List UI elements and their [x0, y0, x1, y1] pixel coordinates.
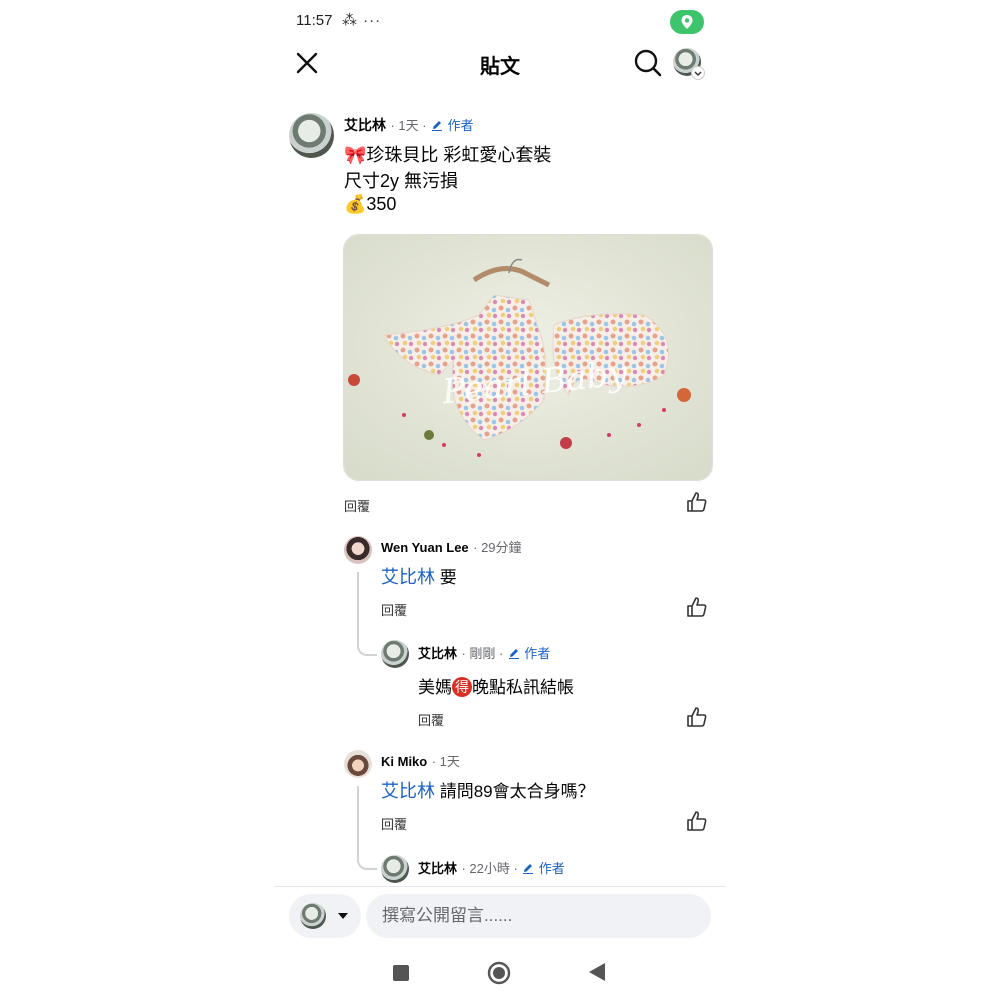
post-line: 💰350: [344, 194, 397, 214]
back-triangle-icon: [589, 963, 605, 981]
comment-header: Wen Yuan Lee · 29分鐘: [381, 537, 522, 557]
reply-author[interactable]: 艾比林: [418, 861, 457, 876]
composer-divider: [275, 886, 725, 887]
reply-avatar[interactable]: [381, 855, 409, 883]
page-title: 貼文: [480, 56, 520, 78]
post-body: 🎀珍珠貝比 彩虹愛心套裝 尺寸2y 無污損 💰350: [344, 142, 551, 217]
pencil-icon: [508, 649, 519, 659]
author-badge: 作者: [524, 646, 551, 661]
comment-text: 要: [435, 568, 457, 587]
post-line: 🎀珍珠貝比 彩虹愛心套裝: [344, 145, 552, 165]
post-like-button[interactable]: [686, 491, 708, 518]
reply-header: 艾比林 · 剛剛 · 作者: [418, 643, 550, 663]
close-icon: [296, 52, 318, 74]
comment-author[interactable]: Wen Yuan Lee: [381, 540, 469, 555]
post-author-avatar[interactable]: [289, 113, 334, 158]
location-pin-icon: [681, 15, 693, 29]
comment-text: 請問89會太合身嗎？: [435, 782, 595, 801]
reply-avatar[interactable]: [381, 640, 409, 668]
mention-link[interactable]: 艾比林: [381, 567, 435, 587]
comment-reply-button[interactable]: 回覆: [381, 814, 407, 833]
avatar: [300, 903, 326, 929]
post-photo[interactable]: Pearl Baby: [343, 234, 713, 481]
back-button[interactable]: [588, 962, 606, 987]
reply-like-button[interactable]: [686, 706, 708, 733]
post-author-name[interactable]: 艾比林: [344, 117, 386, 133]
reply-author[interactable]: 艾比林: [418, 646, 457, 661]
author-badge: 作者: [447, 118, 474, 133]
pencil-icon: [432, 121, 443, 131]
location-indicator: [670, 10, 704, 34]
author-badge: 作者: [538, 861, 565, 876]
thumbs-up-icon: [687, 811, 707, 831]
reply-time: · 22小時 ·: [461, 861, 518, 876]
thread-connector: [357, 786, 377, 870]
search-button[interactable]: [632, 47, 664, 79]
recent-apps-button[interactable]: [392, 964, 410, 987]
square-icon: [393, 965, 409, 981]
thumbs-up-icon: [687, 492, 707, 512]
post-reply-button[interactable]: 回覆: [344, 496, 370, 515]
caret-down-icon: [338, 913, 348, 919]
comment-header: Ki Miko · 1天: [381, 751, 460, 771]
post-header: 艾比林 · 1天 · 作者: [344, 115, 474, 135]
circled-character-badge: 得: [452, 677, 472, 697]
account-switcher[interactable]: [289, 894, 361, 938]
clothing-photo-image: Pearl Baby: [344, 235, 712, 480]
comment-body: 艾比林 請問89會太合身嗎？: [381, 777, 595, 803]
profile-menu-button[interactable]: [673, 48, 705, 80]
comment-reply-button[interactable]: 回覆: [381, 600, 407, 619]
thumbs-up-icon: [687, 597, 707, 617]
home-circle-icon: [487, 961, 511, 985]
comment-time: · 29分鐘: [473, 540, 522, 555]
comment-time: · 1天: [431, 754, 460, 769]
comment-avatar[interactable]: [344, 750, 372, 778]
home-button[interactable]: [487, 961, 511, 990]
comment-body: 艾比林 要: [381, 563, 457, 589]
comment-composer[interactable]: [366, 894, 711, 938]
comment-avatar[interactable]: [344, 536, 372, 564]
comment-author[interactable]: Ki Miko: [381, 754, 427, 769]
reply-body: 美媽得晚點私訊結帳: [418, 673, 574, 698]
reply-time: · 剛剛 ·: [461, 646, 504, 661]
close-button[interactable]: [292, 48, 322, 78]
reply-header: 艾比林 · 22小時 · 作者: [418, 858, 565, 878]
mention-link[interactable]: 艾比林: [381, 781, 435, 801]
thumbs-up-icon: [687, 707, 707, 727]
comment-like-button[interactable]: [686, 810, 708, 837]
comment-input[interactable]: [380, 894, 704, 938]
status-icons: ⁂ ···: [342, 12, 382, 29]
chevron-down-icon: [691, 66, 705, 80]
status-time: 11:57: [296, 12, 333, 29]
reply-text-part: 晚點私訊結帳: [472, 678, 574, 697]
reply-reply-button[interactable]: 回覆: [418, 710, 444, 729]
thread-connector: [357, 572, 377, 656]
reply-text-part: 美媽: [418, 678, 452, 697]
comment-like-button[interactable]: [686, 596, 708, 623]
search-icon: [634, 49, 662, 77]
post-time: · 1天 ·: [390, 118, 427, 133]
pencil-icon: [523, 864, 534, 874]
